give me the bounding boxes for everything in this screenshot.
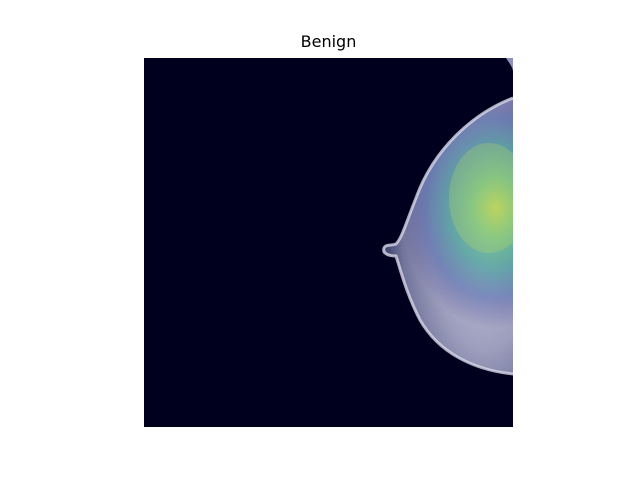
figure: Benign [0, 0, 640, 480]
mammogram-svg [144, 58, 513, 427]
figure-title: Benign [300, 32, 357, 51]
mammogram-image [144, 58, 513, 427]
